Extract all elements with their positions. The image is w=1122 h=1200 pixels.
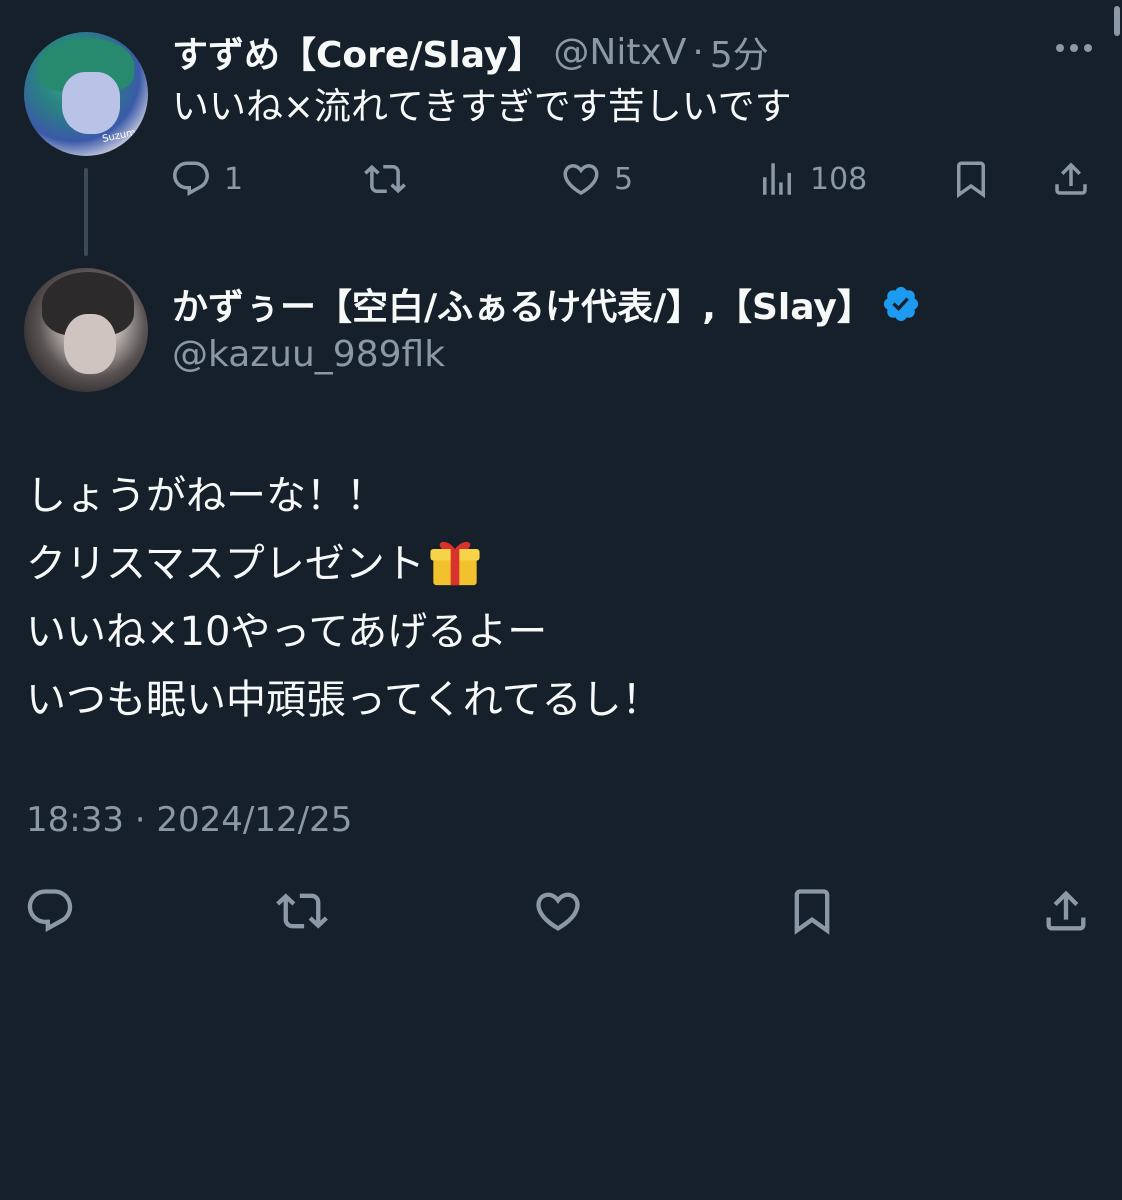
- share-icon: [1055, 162, 1087, 195]
- avatar-face: [62, 72, 120, 134]
- tweet-line-3: いいね×10やってあげるよー: [26, 609, 548, 655]
- gift-emoji-icon: [430, 541, 480, 586]
- like-icon: [563, 164, 599, 196]
- bookmark-icon: [794, 889, 830, 935]
- parent-reply-count: 1: [224, 161, 244, 197]
- bookmark-icon: [957, 161, 985, 199]
- scrollbar-thumb[interactable]: [1114, 6, 1120, 36]
- main-bookmark-button[interactable]: [786, 888, 838, 935]
- main-header: かずぅー【空白/ふぁるけ代表/】,【Slay】: [172, 278, 921, 330]
- parent-like-count: 5: [614, 161, 634, 197]
- main-display-name[interactable]: かずぅー【空白/ふぁるけ代表/】,【Slay】: [172, 278, 873, 330]
- parent-reply-button[interactable]: 1: [170, 156, 243, 202]
- tweet-line-2-text: クリスマスプレゼント: [26, 541, 425, 587]
- tweet-timestamp[interactable]: 18:33 · 2024/12/25: [26, 800, 352, 840]
- separator-dot: ·: [692, 31, 704, 73]
- parent-time[interactable]: 5分: [710, 26, 769, 78]
- main-tweet-text: しょうがねーな！！ クリスマスプレゼント いいね×10やってあげるよー いつも眠…: [26, 462, 1086, 734]
- parent-views-button[interactable]: 108: [756, 156, 867, 202]
- retweet-icon: [276, 893, 328, 929]
- parent-like-button[interactable]: 5: [560, 156, 633, 202]
- parent-handle[interactable]: @NitxV: [553, 32, 686, 73]
- parent-share-button[interactable]: [1050, 156, 1092, 202]
- parent-action-bar: 1 5 108: [0, 156, 1122, 202]
- parent-view-count: 108: [810, 161, 868, 197]
- parent-bookmark-button[interactable]: [950, 156, 992, 202]
- main-share-button[interactable]: [1040, 888, 1092, 934]
- retweet-icon: [364, 164, 406, 194]
- tweet-line-4: いつも眠い中頑張ってくれてるし！: [26, 677, 662, 723]
- parent-retweet-button[interactable]: [364, 156, 406, 202]
- parent-display-name[interactable]: すずめ【Core/Slay】: [172, 26, 543, 78]
- more-icon[interactable]: [1056, 40, 1092, 56]
- reply-icon: [173, 161, 209, 196]
- verified-badge-icon[interactable]: [881, 284, 921, 324]
- parent-tweet-text: いいね×流れてきすぎです苦しいです: [172, 85, 792, 128]
- reply-icon: [27, 889, 73, 933]
- main-retweet-button[interactable]: [276, 888, 328, 934]
- avatar-face: [64, 314, 116, 374]
- main-handle[interactable]: @kazuu_989flk: [172, 334, 445, 375]
- main-reply-button[interactable]: [24, 888, 76, 934]
- parent-header: すずめ【Core/Slay】 @NitxV · 5分: [172, 26, 769, 78]
- views-icon: [763, 163, 791, 195]
- main-like-button[interactable]: [532, 888, 584, 934]
- like-icon: [536, 892, 580, 931]
- scrollbar[interactable]: [1110, 0, 1122, 44]
- main-action-bar: [0, 888, 1122, 944]
- parent-avatar[interactable]: Suzume: [24, 32, 148, 156]
- main-avatar[interactable]: [24, 268, 148, 392]
- share-icon: [1046, 890, 1086, 931]
- tweet-line-1: しょうがねーな！！: [26, 473, 386, 519]
- tweet-line-2: クリスマスプレゼント: [26, 530, 1086, 598]
